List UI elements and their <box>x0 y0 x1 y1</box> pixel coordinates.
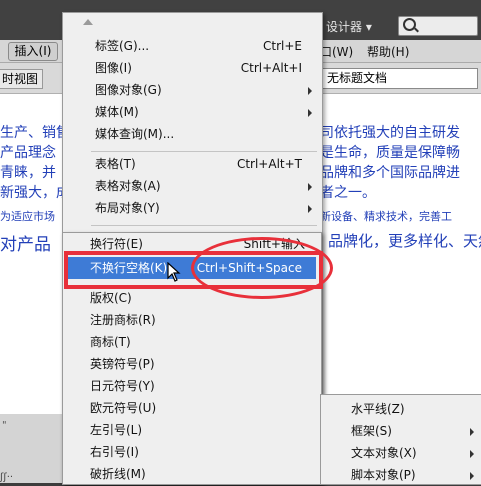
content-line: 生产、销售 <box>0 125 70 141</box>
content-line: 新设备、精求技术，完善工 <box>320 210 452 223</box>
menu-item-label: 表格对象(A) <box>95 179 161 193</box>
menu-item-media[interactable]: 媒体(M) <box>63 101 322 123</box>
menu-item-image-objects[interactable]: 图像对象(G) <box>63 79 322 101</box>
menu-item-label: 商标(T) <box>90 335 131 349</box>
menu-item-shortcut: Ctrl+Alt+I <box>240 61 302 75</box>
menu-item-table[interactable]: 表格(T) Ctrl+Alt+T <box>63 153 322 175</box>
content-line: 品牌化，更多样化、天然 <box>328 232 481 250</box>
menu-item-label: 媒体查询(M)... <box>95 127 175 141</box>
status-text: ʃʃ·· <box>0 472 14 483</box>
submenu-arrow-icon <box>308 87 312 95</box>
menu-item-horizontal-rule[interactable]: 水平线(Z) <box>321 398 481 420</box>
search-field[interactable] <box>398 16 478 36</box>
menu-item-em-dash[interactable]: 破折线(M) <box>63 463 319 485</box>
menu-item-label: 水平线(Z) <box>351 402 405 416</box>
menu-item-label: 文本对象(X) <box>351 446 417 460</box>
menu-item-layout-objects[interactable]: 布局对象(Y) <box>63 197 322 219</box>
menu-insert[interactable]: 插入(I) <box>8 42 58 61</box>
insert-menu-continued: 水平线(Z) 框架(S) 文本对象(X) 脚本对象(P) <box>320 394 481 485</box>
menu-item-right-quote[interactable]: 右引号(I) <box>63 441 319 463</box>
menu-item-left-quote[interactable]: 左引号(L) <box>63 419 319 441</box>
menu-item-label: 框架(S) <box>351 424 392 438</box>
menu-item-label: 右引号(I) <box>90 445 139 459</box>
content-line: 对产品 <box>0 235 51 255</box>
content-line: 是生命，质量是保障畅 <box>320 145 460 161</box>
menu-item-tag[interactable]: 标签(G)... Ctrl+E <box>63 35 322 57</box>
submenu-arrow-icon <box>470 428 474 436</box>
live-view-button[interactable]: 时视图 <box>0 69 43 89</box>
content-line: 新强大，成 <box>0 185 70 201</box>
submenu-arrow-icon <box>308 109 312 117</box>
menu-item-label: 布局对象(Y) <box>95 201 160 215</box>
menu-item-yen[interactable]: 日元符号(Y) <box>63 375 319 397</box>
scroll-up-icon[interactable] <box>83 19 93 25</box>
document-title-field[interactable]: 无标题文档 <box>322 68 478 89</box>
submenu-arrow-icon <box>470 472 474 480</box>
menu-item-image[interactable]: 图像(I) Ctrl+Alt+I <box>63 57 322 79</box>
menu-item-label: 版权(C) <box>90 291 132 305</box>
mouse-pointer-icon <box>167 262 181 282</box>
status-mark: " <box>2 420 7 431</box>
search-icon <box>403 18 416 31</box>
content-line: 司依托强大的自主研发 <box>320 125 460 141</box>
menu-separator <box>91 225 317 226</box>
content-line: 者之一。 <box>320 185 376 201</box>
submenu-arrow-icon <box>308 205 312 213</box>
menu-item-shortcut: Ctrl+E <box>263 39 302 53</box>
menu-item-frames[interactable]: 框架(S) <box>321 420 481 442</box>
menu-item-label: 标签(G)... <box>95 39 150 53</box>
menu-item-label: 左引号(L) <box>90 423 143 437</box>
menu-item-label: 媒体(M) <box>95 105 139 119</box>
content-line: 品牌和多个国际品牌进 <box>320 165 460 181</box>
menu-item-label: 表格(T) <box>95 157 136 171</box>
menu-item-label: 注册商标(R) <box>90 313 156 327</box>
menu-item-label: 破折线(M) <box>90 467 146 481</box>
menu-item-registered[interactable]: 注册商标(R) <box>63 309 319 331</box>
content-line: 为适应市场 <box>0 210 55 223</box>
menu-item-trademark[interactable]: 商标(T) <box>63 331 319 353</box>
submenu-arrow-icon <box>308 183 312 191</box>
workspace-switcher[interactable]: 设计器 ▾ <box>326 18 372 35</box>
menu-item-media-queries[interactable]: 媒体查询(M)... <box>63 123 322 145</box>
menu-item-euro[interactable]: 欧元符号(U) <box>63 397 319 419</box>
menu-window[interactable]: 口(W) <box>320 43 353 60</box>
menu-help[interactable]: 帮助(H) <box>367 43 409 60</box>
menu-item-text-objects[interactable]: 文本对象(X) <box>321 442 481 464</box>
menu-item-label: 欧元符号(U) <box>90 401 157 415</box>
menu-item-label: 英镑符号(P) <box>90 357 155 371</box>
submenu-arrow-icon <box>470 450 474 458</box>
menu-item-label: 图像(I) <box>95 61 132 75</box>
menu-item-pound[interactable]: 英镑符号(P) <box>63 353 319 375</box>
menu-item-table-objects[interactable]: 表格对象(A) <box>63 175 322 197</box>
menu-item-shortcut: Ctrl+Alt+T <box>236 157 302 171</box>
highlight-ellipse-annotation <box>191 237 333 299</box>
menu-item-label: 图像对象(G) <box>95 83 162 97</box>
content-line: 产品理念 <box>0 145 56 161</box>
menu-separator <box>91 151 317 152</box>
content-line: 青睐，并 <box>0 165 56 181</box>
menu-item-label: 日元符号(Y) <box>90 379 155 393</box>
